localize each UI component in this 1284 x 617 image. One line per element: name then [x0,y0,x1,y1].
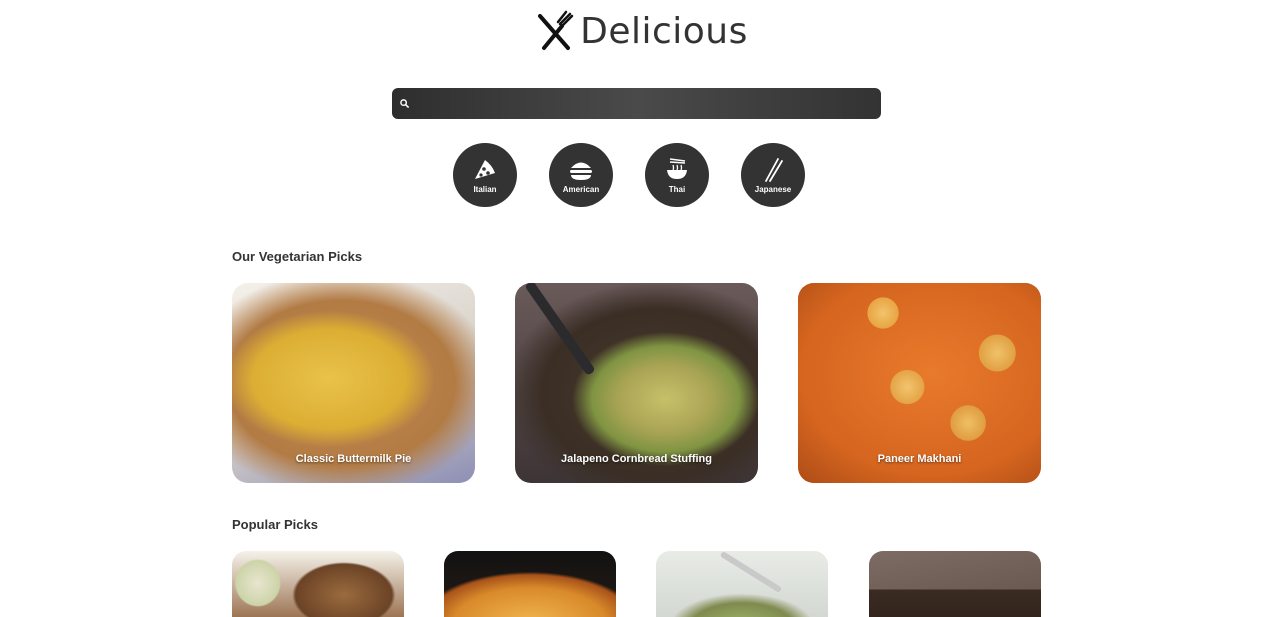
cuisine-label: Japanese [754,184,792,194]
recipe-card[interactable]: Jalapeno Cornbread Stuffing [515,283,758,483]
popular-card[interactable] [444,551,616,617]
cuisine-label: American [562,184,600,194]
popular-section-title: Popular Picks [232,517,318,532]
recipe-title: Classic Buttermilk Pie [295,453,412,465]
popular-card[interactable] [656,551,828,617]
cuisine-list: Italian American Thai Japanese [453,143,805,207]
cuisine-japanese[interactable]: Japanese [741,143,805,207]
vegetarian-section-title: Our Vegetarian Picks [232,249,363,264]
pizza-icon [475,159,495,179]
brand-logo[interactable]: Delicious [0,10,1284,52]
recipe-card[interactable]: Classic Buttermilk Pie [232,283,475,483]
recipe-title: Jalapeno Cornbread Stuffing [561,453,712,465]
popular-card[interactable] [869,551,1041,617]
cuisine-american[interactable]: American [549,143,613,207]
cuisine-italian[interactable]: Italian [453,143,517,207]
chopsticks-icon [765,157,783,182]
recipe-image [232,551,404,617]
cuisine-label: Thai [668,184,686,194]
cuisine-label: Italian [473,184,497,194]
cuisine-thai[interactable]: Thai [645,143,709,207]
search-icon [400,99,409,108]
search-bar[interactable] [392,88,881,119]
recipe-title: Paneer Makhani [877,453,962,465]
fork-knife-icon [538,10,574,50]
recipe-image [444,551,616,617]
recipe-image [656,551,828,617]
brand-name: Delicious [580,10,748,52]
recipe-image [869,551,1041,617]
popular-card[interactable] [232,551,404,617]
search-input[interactable] [415,96,875,111]
noodle-bowl-icon [667,157,687,179]
recipe-card[interactable]: Paneer Makhani [798,283,1041,483]
burger-icon [570,162,592,180]
